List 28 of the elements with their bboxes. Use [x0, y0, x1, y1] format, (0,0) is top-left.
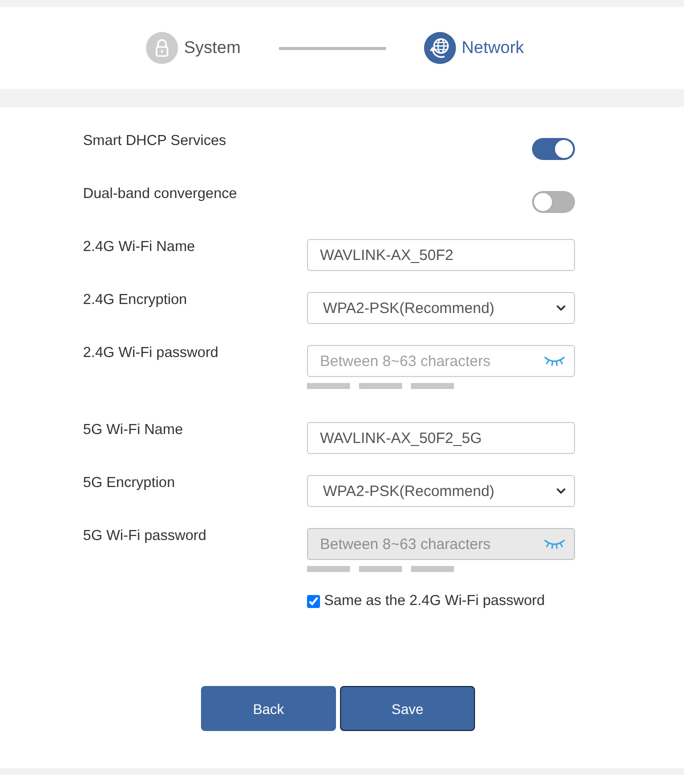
strength-bar — [307, 566, 350, 572]
setting-label: 2.4G Encryption — [83, 292, 188, 308]
strength-bar — [359, 566, 402, 572]
setting-label: 5G Wi-Fi Name — [83, 422, 184, 438]
setting-label: 5G Encryption — [83, 475, 176, 491]
toggle-switch[interactable] — [532, 138, 575, 160]
select-field[interactable]: WPA2-PSK(Recommend) — [307, 292, 575, 324]
text-field[interactable]: WAVLINK-AX_50F2 — [307, 239, 575, 271]
setting-label: 5G Wi-Fi password — [83, 528, 208, 544]
closed-eye-icon[interactable] — [544, 356, 565, 366]
setting-label: Dual-band convergence — [83, 186, 238, 202]
closed-eye-icon[interactable] — [544, 539, 565, 549]
strength-bar — [411, 566, 454, 572]
setting-label: Smart DHCP Services — [83, 133, 228, 149]
setting-label: 2.4G Wi-Fi password — [83, 345, 220, 361]
back-button[interactable]: Back — [201, 686, 336, 731]
step-label: Network — [462, 38, 524, 58]
strength-bar — [307, 383, 350, 389]
save-button[interactable]: Save — [340, 686, 475, 731]
strength-bar — [411, 383, 454, 389]
strength-bar — [359, 383, 402, 389]
select-field[interactable]: WPA2-PSK(Recommend) — [307, 475, 575, 507]
text-field[interactable]: WAVLINK-AX_50F2_5G — [307, 422, 575, 454]
toggle-switch[interactable] — [532, 191, 575, 213]
checkbox-label: Same as the 2.4G Wi-Fi password — [324, 593, 545, 609]
setting-label: 2.4G Wi-Fi Name — [83, 239, 196, 255]
step-label: System — [184, 38, 241, 58]
password-field[interactable]: Between 8~63 characters — [307, 345, 575, 377]
